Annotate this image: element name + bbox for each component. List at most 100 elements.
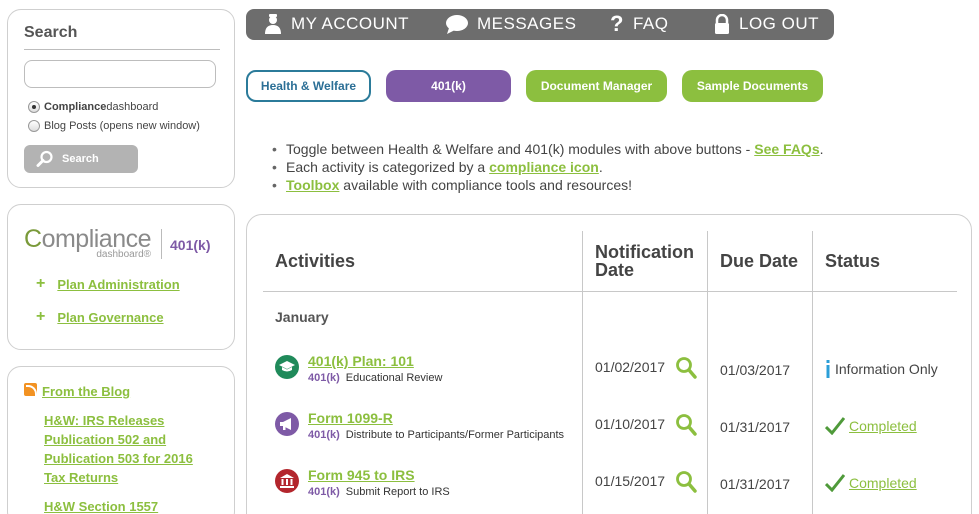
info-text: . <box>819 141 824 157</box>
bank-building-icon <box>275 469 299 493</box>
activity-title-link[interactable]: 401(k) Plan: 101 <box>308 353 414 369</box>
header-notification-line: Notification <box>595 242 694 262</box>
status-cell: Information Only <box>825 360 938 378</box>
sample-documents-button[interactable]: Sample Documents <box>682 70 823 102</box>
header-notification-date: Notification Date <box>595 243 694 279</box>
info-item: Each activity is categorized by a compli… <box>270 158 824 176</box>
blog-heading[interactable]: From the Blog <box>42 382 130 401</box>
info-text: available with compliance tools and reso… <box>339 177 633 193</box>
notification-date: 01/10/2017 <box>595 416 666 432</box>
logo-divider <box>161 229 163 259</box>
info-item: Toolbox available with compliance tools … <box>270 176 824 194</box>
nav-messages[interactable]: MESSAGES <box>446 14 576 34</box>
activity-tag: 401(k) <box>308 429 340 441</box>
nav-faq[interactable]: ? FAQ <box>610 11 669 36</box>
health-welfare-button[interactable]: Health & Welfare <box>246 70 371 102</box>
top-nav: MY ACCOUNT MESSAGES ? FAQ LOG OUT <box>246 9 834 40</box>
activity-subtitle: 401(k) Distribute to Participants/Former … <box>308 429 564 441</box>
checkmark-icon <box>825 474 845 492</box>
month-label: January <box>275 309 329 325</box>
lock-icon <box>715 14 729 34</box>
activity-tag: 401(k) <box>308 486 340 498</box>
table-row: Form 1099-R 401(k) Distribute to Particip… <box>247 410 973 450</box>
toolbox-link[interactable]: Toolbox <box>286 177 339 193</box>
logo-panel: Compliance dashboard® 401(k) + Plan Admi… <box>7 204 235 350</box>
activity-description: Educational Review <box>345 372 443 384</box>
radio-checked-icon[interactable] <box>28 101 40 113</box>
search-input[interactable] <box>24 60 216 88</box>
blog-post[interactable]: H&W: IRS Releases Publication 502 and Pu… <box>44 411 216 487</box>
radio-blog-posts[interactable]: Blog Posts (opens new window) <box>28 120 200 132</box>
sidebar-item-label[interactable]: Plan Administration <box>57 277 179 292</box>
plus-icon[interactable]: + <box>36 308 45 326</box>
activity-description: Distribute to Participants/Former Partic… <box>345 429 565 441</box>
nav-label: FAQ <box>632 14 669 33</box>
see-faqs-link[interactable]: See FAQs <box>754 141 819 157</box>
info-text: Each activity is categorized by a <box>286 159 490 175</box>
chat-bubble-icon <box>446 15 468 34</box>
radio-label-rest: dashboard <box>106 101 159 113</box>
notification-date: 01/15/2017 <box>595 473 666 489</box>
blog-post-link[interactable]: H&W Section 1557 <box>44 499 158 514</box>
401k-button[interactable]: 401(k) <box>386 70 511 102</box>
compliance-icon-link[interactable]: compliance icon <box>489 159 599 175</box>
info-item: Toggle between Health & Welfare and 401(… <box>270 140 824 158</box>
question-icon: ? <box>610 11 624 36</box>
search-title: Search <box>24 24 78 41</box>
search-button[interactable]: Search <box>24 145 138 173</box>
magnifier-icon[interactable] <box>675 470 697 494</box>
status-completed-link[interactable]: Completed <box>849 475 917 491</box>
radio-label-bold: Compliance <box>44 101 107 113</box>
status-completed-link[interactable]: Completed <box>849 418 917 434</box>
header-status: Status <box>825 251 881 271</box>
nav-log-out[interactable]: LOG OUT <box>714 14 819 34</box>
blog-panel: From the Blog H&W: IRS Releases Publicat… <box>7 366 235 514</box>
logo-module: 401(k) <box>170 237 211 253</box>
user-icon <box>265 14 281 34</box>
activity-subtitle: 401(k) Educational Review <box>308 372 442 384</box>
nav-label: MESSAGES <box>477 14 577 33</box>
nav-my-account[interactable]: MY ACCOUNT <box>264 14 409 34</box>
logo-wordmark: Compliance dashboard® <box>24 225 152 261</box>
rss-icon <box>24 383 37 396</box>
blog-heading-link[interactable]: From the Blog <box>42 384 130 399</box>
graduation-cap-icon <box>275 355 299 379</box>
info-list: Toggle between Health & Welfare and 401(… <box>270 140 824 194</box>
header-due-date: Due Date <box>720 251 799 271</box>
radio-compliance-dashboard[interactable]: Compliancedashboard <box>28 101 158 113</box>
radio-unchecked-icon[interactable] <box>28 120 40 132</box>
due-date: 01/03/2017 <box>720 362 791 378</box>
sidebar-item-plan-governance[interactable]: + Plan Governance <box>36 308 164 326</box>
status-cell: Completed <box>825 474 917 492</box>
radio-label: Compliancedashboard <box>44 101 158 113</box>
activity-title-link[interactable]: Form 945 to IRS <box>308 467 415 483</box>
info-icon <box>826 360 830 378</box>
sidebar-item-label[interactable]: Plan Governance <box>57 310 163 325</box>
notification-date: 01/02/2017 <box>595 359 666 375</box>
blog-post-link[interactable]: H&W: IRS Releases Publication 502 and Pu… <box>44 413 193 485</box>
checkmark-icon <box>825 417 845 435</box>
sidebar-item-plan-administration[interactable]: + Plan Administration <box>36 275 180 293</box>
table-row: 401(k) Plan: 101 401(k) Educational Revie… <box>247 353 973 393</box>
blog-post[interactable]: H&W Section 1557 <box>44 497 216 514</box>
radio-label: Blog Posts (opens new window) <box>44 120 200 132</box>
magnifier-icon[interactable] <box>675 413 697 437</box>
activity-subtitle: 401(k) Submit Report to IRS <box>308 486 450 498</box>
info-text: Toggle between Health & Welfare and 401(… <box>286 141 755 157</box>
plus-icon[interactable]: + <box>36 275 45 293</box>
activity-title-link[interactable]: Form 1099-R <box>308 410 393 426</box>
megaphone-icon <box>275 412 299 436</box>
magnifier-icon[interactable] <box>675 356 697 380</box>
document-manager-button[interactable]: Document Manager <box>526 70 667 102</box>
status-cell: Completed <box>825 417 917 435</box>
activities-table: Activities Notification Date Due Date St… <box>246 214 972 514</box>
table-row: Form 945 to IRS 401(k) Submit Report to I… <box>247 467 973 507</box>
magnifier-icon <box>36 150 53 167</box>
compliance-dashboard-logo: Compliance dashboard® 401(k) <box>24 225 211 261</box>
nav-label: MY ACCOUNT <box>291 14 410 33</box>
due-date: 01/31/2017 <box>720 419 791 435</box>
nav-label: LOG OUT <box>739 14 820 33</box>
header-activities: Activities <box>275 251 356 271</box>
info-text: . <box>598 159 603 175</box>
logo-c: C <box>24 225 42 253</box>
